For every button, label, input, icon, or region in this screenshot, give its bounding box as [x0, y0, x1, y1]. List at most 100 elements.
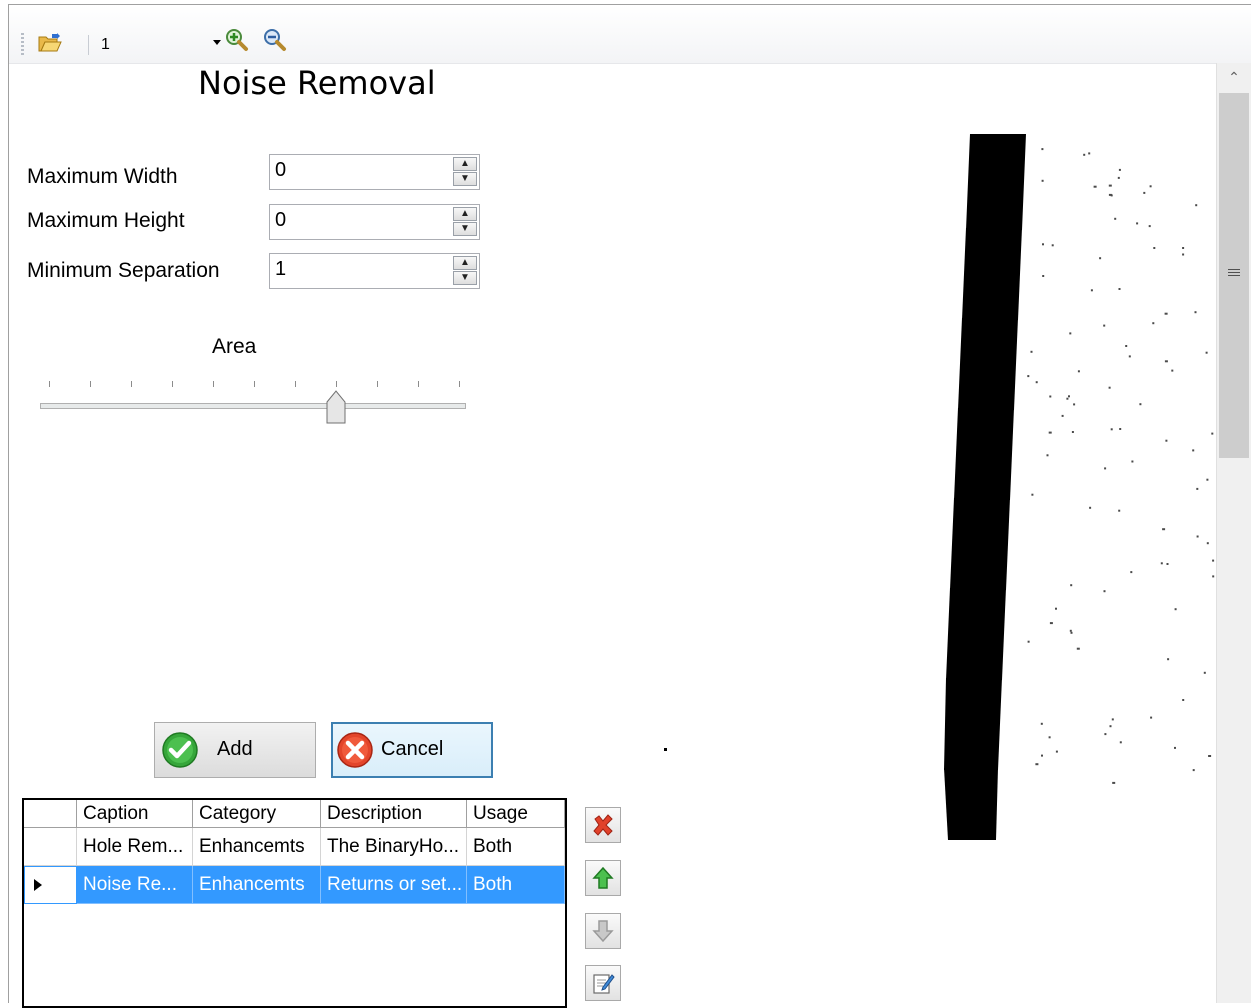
delete-icon	[593, 814, 613, 836]
zoom-in-button[interactable]	[223, 25, 251, 55]
noise-speck	[1031, 493, 1034, 496]
chevron-down-icon[interactable]: ▼	[453, 271, 477, 285]
noise-speck	[1203, 671, 1206, 674]
delete-button[interactable]	[585, 807, 621, 843]
noise-speck	[1035, 381, 1038, 384]
vertical-scrollbar[interactable]: ⌃	[1216, 63, 1251, 1003]
image-stroke-segment	[944, 678, 1002, 770]
scrollbar-thumb[interactable]	[1219, 93, 1249, 458]
add-button[interactable]: Add	[154, 722, 316, 778]
noise-speck	[1208, 755, 1212, 757]
edit-icon	[593, 974, 615, 994]
chevron-up-icon[interactable]: ▲	[453, 256, 477, 270]
column-header-caption[interactable]: Caption	[77, 800, 193, 828]
noise-speck	[1104, 733, 1107, 736]
noise-speck	[1167, 658, 1170, 661]
noise-speck	[1206, 542, 1209, 545]
chevron-up-icon[interactable]: ▲	[453, 207, 477, 221]
chevron-down-icon[interactable]: ▼	[453, 222, 477, 236]
noise-speck	[1027, 640, 1030, 643]
noise-speck	[1119, 741, 1122, 744]
noise-speck	[1196, 487, 1199, 490]
noise-speck	[1041, 179, 1044, 182]
max-height-stepper[interactable]: 0 ▲ ▼	[269, 204, 480, 240]
image-stroke-segment	[966, 134, 1026, 230]
cell-category[interactable]: Enhancemts	[193, 828, 321, 866]
column-header-description[interactable]: Description	[321, 800, 467, 828]
column-header-usage[interactable]: Usage	[467, 800, 565, 828]
scroll-up-button[interactable]: ⌃	[1217, 63, 1251, 91]
chevron-down-icon[interactable]	[213, 40, 221, 45]
move-down-button[interactable]	[585, 913, 621, 949]
noise-speck	[1088, 152, 1091, 155]
max-height-value[interactable]: 0	[275, 209, 286, 232]
slider-tick	[295, 381, 296, 387]
window-border-left	[8, 4, 9, 1003]
noise-speck	[1182, 247, 1185, 249]
noise-speck	[1068, 395, 1070, 398]
noise-speck	[1071, 431, 1074, 433]
add-button-label: Add	[217, 738, 253, 760]
noise-speck	[1164, 312, 1168, 315]
noise-speck	[1182, 699, 1185, 701]
table-row[interactable]: Hole Rem... Enhancemts The BinaryHo... B…	[24, 828, 565, 866]
cell-usage[interactable]: Both	[467, 866, 565, 904]
zoom-in-icon	[226, 29, 248, 51]
chevron-down-icon[interactable]: ▼	[453, 172, 477, 186]
cell-caption[interactable]: Hole Rem...	[77, 828, 193, 866]
edit-button[interactable]	[585, 965, 621, 1001]
zoom-out-button[interactable]	[261, 25, 289, 55]
image-stroke-segment	[944, 768, 998, 840]
toolbar-grip[interactable]	[21, 33, 24, 55]
noise-speck	[1196, 535, 1199, 538]
folder-open-icon	[38, 33, 62, 52]
noise-speck	[1108, 184, 1112, 187]
table-row-selected[interactable]: Noise Re... Enhancemts Returns or set...…	[24, 866, 565, 904]
slider-tick	[131, 381, 132, 387]
open-button[interactable]	[33, 28, 67, 58]
noise-speck	[1118, 509, 1121, 512]
cell-caption[interactable]: Noise Re...	[77, 866, 193, 904]
filters-grid[interactable]: Caption Category Description Usage Hole …	[22, 798, 567, 1008]
page-combo[interactable]: 1	[95, 33, 223, 57]
noise-speck	[1152, 322, 1155, 325]
max-width-value[interactable]: 0	[275, 159, 286, 182]
noise-speck	[1206, 478, 1209, 481]
noise-speck	[1205, 351, 1208, 354]
min-separation-stepper[interactable]: 1 ▲ ▼	[269, 253, 480, 289]
cell-description[interactable]: The BinaryHo...	[321, 828, 467, 866]
chevron-up-icon[interactable]: ▲	[453, 157, 477, 171]
max-width-stepper[interactable]: 0 ▲ ▼	[269, 154, 480, 190]
row-header[interactable]	[24, 828, 77, 866]
noise-speck	[1069, 629, 1072, 632]
panel-title: Noise Removal	[198, 64, 436, 102]
max-width-spin-buttons: ▲ ▼	[453, 157, 477, 187]
noise-speck	[1103, 324, 1106, 327]
min-separation-value[interactable]: 1	[275, 258, 286, 281]
column-header-category[interactable]: Category	[193, 800, 321, 828]
slider-tick	[90, 381, 91, 387]
area-slider-track[interactable]	[40, 403, 466, 409]
noise-speck	[1111, 718, 1114, 721]
noise-speck	[1195, 204, 1198, 207]
noise-speck	[1211, 432, 1214, 435]
noise-speck	[1041, 148, 1044, 151]
min-separation-spin-buttons: ▲ ▼	[453, 256, 477, 286]
cell-usage[interactable]: Both	[467, 828, 565, 866]
noise-speck	[1150, 716, 1153, 719]
cell-description[interactable]: Returns or set...	[321, 866, 467, 904]
zoom-out-icon	[264, 29, 286, 51]
noise-speck	[1160, 562, 1163, 565]
move-up-button[interactable]	[585, 860, 621, 896]
cancel-button[interactable]: Cancel	[331, 722, 493, 778]
area-slider-thumb[interactable]	[326, 390, 346, 424]
noise-speck	[1212, 575, 1215, 578]
noise-speck	[1165, 439, 1168, 442]
noise-speck	[1093, 185, 1097, 188]
noise-speck	[1027, 375, 1030, 378]
cancel-button-label: Cancel	[381, 738, 444, 760]
noise-speck	[1104, 467, 1107, 470]
row-header-current[interactable]	[24, 866, 77, 904]
noise-speck	[1143, 191, 1146, 194]
cell-category[interactable]: Enhancemts	[193, 866, 321, 904]
